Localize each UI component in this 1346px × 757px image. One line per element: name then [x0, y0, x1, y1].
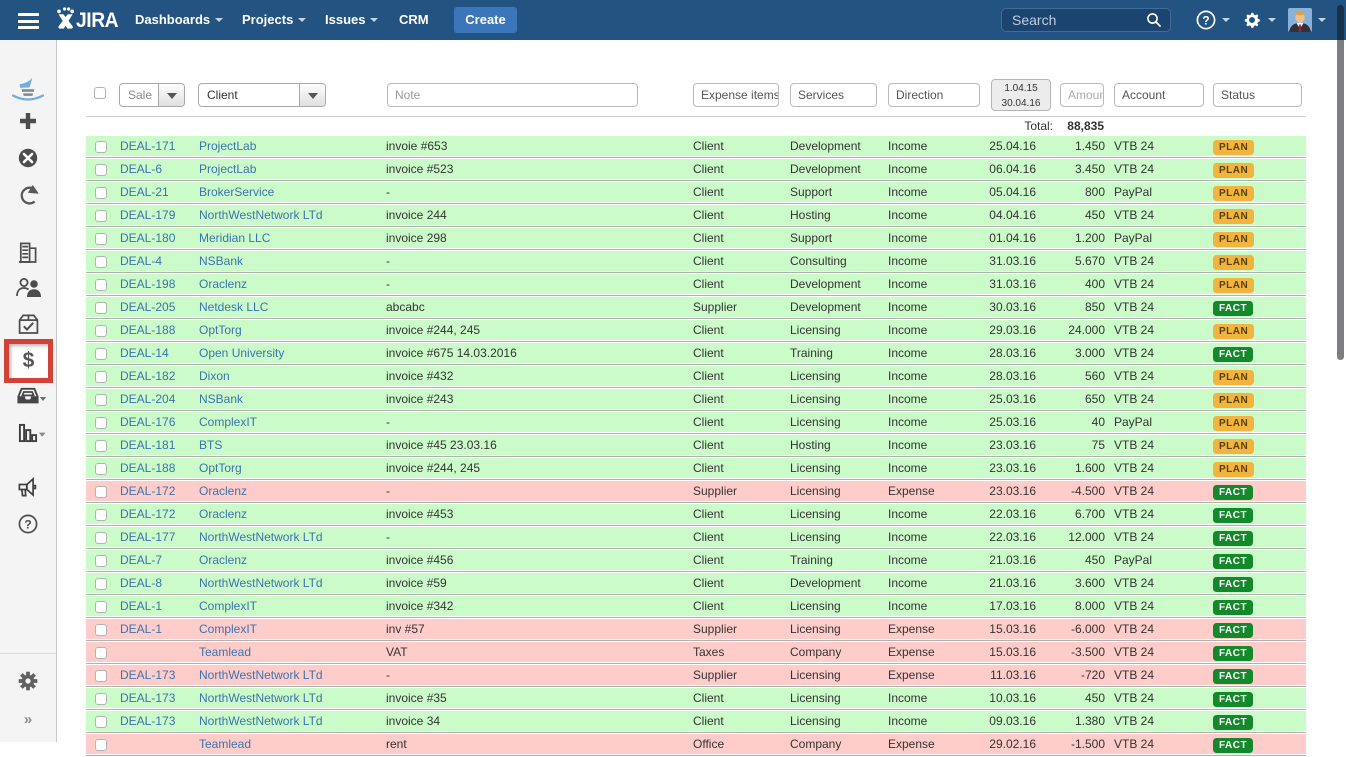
svg-text:?: ? [1202, 14, 1209, 28]
svg-text:?: ? [24, 518, 31, 532]
